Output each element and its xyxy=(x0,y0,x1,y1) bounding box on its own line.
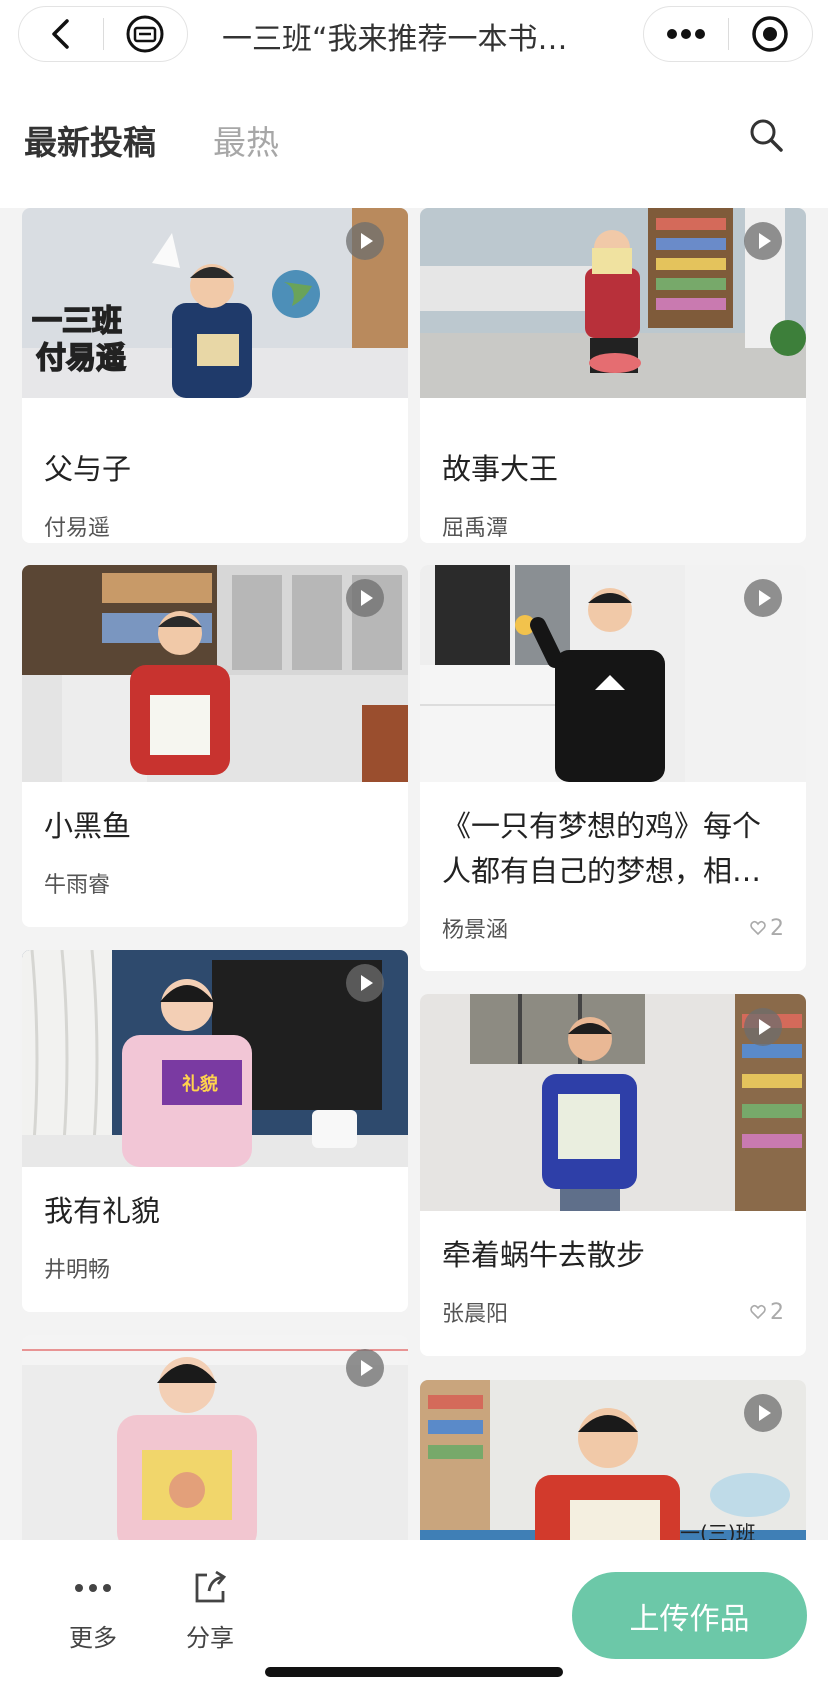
author-name: 张晨阳 xyxy=(442,1302,509,1327)
submission-card[interactable]: 一三班 付易遥 父与子 付易遥 xyxy=(22,208,408,543)
svg-text:礼貌: 礼貌 xyxy=(182,1073,218,1095)
submission-card[interactable]: 《一只有梦想的鸡》每个人都有自己的梦想，相… 杨景涵 2 xyxy=(420,565,806,971)
ellipsis-icon xyxy=(75,1584,111,1592)
card-author: 张晨阳 2 xyxy=(420,1296,806,1328)
author-name: 付易遥 xyxy=(44,516,111,541)
svg-text:一三班: 一三班 xyxy=(32,304,122,339)
card-title: 故事大王 xyxy=(442,452,559,486)
video-thumbnail[interactable]: 礼貌 xyxy=(22,950,408,1167)
nav-capsule xyxy=(18,6,188,62)
video-thumbnail[interactable]: 一三班 付易遥 xyxy=(22,208,408,425)
menu-capsule xyxy=(643,6,813,62)
card-author: 杨景涵 2 xyxy=(420,912,806,944)
tab-bar: 最新投稿 最热 xyxy=(0,68,828,208)
close-mini-program-button[interactable] xyxy=(729,7,813,61)
play-icon xyxy=(744,579,782,617)
upload-work-button[interactable]: 上传作品 xyxy=(572,1572,807,1659)
card-title: 小黑鱼 xyxy=(44,809,132,843)
heart-icon xyxy=(750,920,766,936)
share-label: 分享 xyxy=(186,1624,234,1652)
back-button[interactable] xyxy=(19,7,103,61)
video-thumbnail[interactable] xyxy=(22,1335,408,1552)
page-title: 一三班“我来推荐一本书… xyxy=(222,22,568,57)
video-thumbnail[interactable] xyxy=(420,565,806,782)
play-icon xyxy=(346,222,384,260)
svg-text:付易遥: 付易遥 xyxy=(36,341,126,376)
author-name: 牛雨睿 xyxy=(44,873,111,898)
play-icon xyxy=(346,1349,384,1387)
target-circle-icon xyxy=(752,16,788,52)
share-button[interactable]: 分享 xyxy=(165,1568,255,1653)
card-author: 屈禹潭 xyxy=(420,510,806,542)
more-menu-button[interactable] xyxy=(644,7,728,61)
submission-card[interactable]: 礼貌 我有礼貌 井明畅 xyxy=(22,950,408,1312)
submission-card[interactable]: 故事大王 屈禹潭 xyxy=(420,208,806,543)
video-thumbnail[interactable] xyxy=(420,208,806,425)
submission-card[interactable]: 小黑鱼 牛雨睿 xyxy=(22,565,408,927)
play-icon xyxy=(744,222,782,260)
card-title: 牵着蜗牛去散步 xyxy=(442,1238,646,1272)
tab-hottest[interactable]: 最热 xyxy=(213,116,279,164)
video-thumbnail[interactable] xyxy=(420,994,806,1211)
likes-count: 2 xyxy=(750,916,784,941)
heart-icon xyxy=(750,1304,766,1320)
home-button[interactable] xyxy=(104,7,188,61)
tab-latest[interactable]: 最新投稿 xyxy=(24,116,156,164)
play-icon xyxy=(346,579,384,617)
video-thumbnail[interactable] xyxy=(22,565,408,782)
more-dots-icon xyxy=(666,29,705,39)
card-author: 牛雨睿 xyxy=(22,867,408,899)
search-icon xyxy=(750,119,783,152)
search-button[interactable] xyxy=(747,116,787,156)
card-title: 父与子 xyxy=(44,452,132,486)
author-name: 屈禹潭 xyxy=(442,516,509,541)
likes-value: 2 xyxy=(770,1299,784,1325)
bottom-bar: 更多 分享 上传作品 xyxy=(0,1540,828,1689)
author-name: 杨景涵 xyxy=(442,918,509,943)
play-icon xyxy=(346,964,384,1002)
card-title: 我有礼貌 xyxy=(44,1194,161,1228)
play-icon xyxy=(744,1008,782,1046)
card-title: 《一只有梦想的鸡》每个人都有自己的梦想，相… xyxy=(442,809,762,888)
chevron-left-icon xyxy=(52,19,69,49)
likes-count: 2 xyxy=(750,1300,784,1325)
card-author: 付易遥 xyxy=(22,510,408,542)
home-indicator xyxy=(265,1667,563,1677)
author-name: 井明畅 xyxy=(44,1258,111,1283)
submission-card[interactable]: 牵着蜗牛去散步 张晨阳 2 xyxy=(420,994,806,1356)
top-bar: 一三班“我来推荐一本书… xyxy=(0,0,828,68)
likes-value: 2 xyxy=(770,915,784,941)
home-icon xyxy=(126,15,164,53)
play-icon xyxy=(744,1394,782,1432)
card-author: 井明畅 xyxy=(22,1252,408,1284)
share-icon xyxy=(195,1570,227,1603)
more-label: 更多 xyxy=(69,1624,117,1652)
more-button[interactable]: 更多 xyxy=(48,1568,138,1653)
